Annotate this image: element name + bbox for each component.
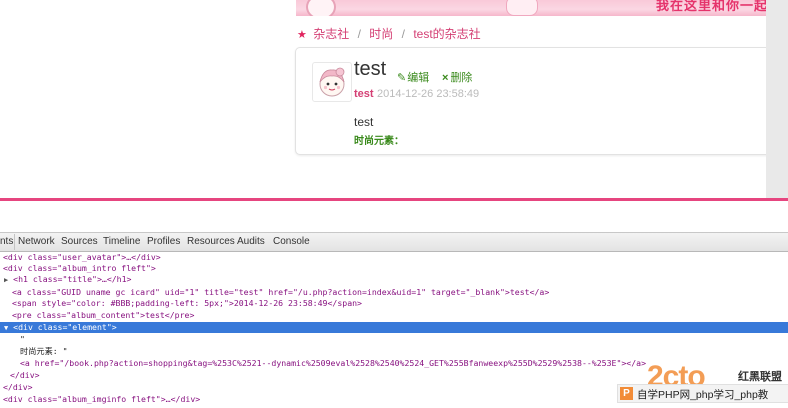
dom-node-text: </div> — [3, 382, 33, 392]
author-link[interactable]: test — [354, 88, 374, 100]
page-bottom-space — [0, 201, 788, 232]
dom-node-selected[interactable]: ▼ <div class="element"> — [0, 322, 788, 333]
tab-timeline[interactable]: Timeline — [103, 236, 140, 247]
edit-label: 编辑 — [407, 72, 430, 84]
watermark-brand: 红黑联盟 — [738, 371, 782, 383]
right-sidebar — [766, 0, 788, 198]
user-avatar[interactable] — [312, 62, 352, 102]
dom-node[interactable]: <a href="/book.php?action=shopping&tag=%… — [20, 358, 646, 369]
dom-node[interactable]: </div> — [10, 370, 40, 381]
close-icon: × — [442, 72, 449, 84]
dom-node[interactable]: <span style="color: #BBB;padding-left: 5… — [12, 298, 362, 309]
watermark: 2cto 红黑联盟 P 自学PHP网_php学习_php教 — [617, 360, 788, 408]
dom-node-text: <h1 class="title">…</h1> — [13, 274, 132, 284]
dom-node-text: <span style="color: #BBB;padding-left: 5… — [12, 298, 362, 308]
dom-node-text: <div class="album_intro fleft"> — [3, 263, 156, 273]
header-banner: 我在这里和你一起执 — [296, 0, 788, 16]
dom-node-text: </div> — [10, 370, 40, 380]
breadcrumb-separator: / — [401, 27, 405, 41]
dom-node-text: " — [20, 334, 25, 344]
breadcrumb-item-magazine[interactable]: 杂志社 — [313, 27, 349, 41]
tab-audits[interactable]: Audits — [237, 236, 265, 247]
dom-node[interactable]: </div> — [3, 382, 33, 393]
dom-node-text: <div class="user_avatar">…</div> — [3, 252, 161, 262]
star-icon: ★ — [297, 29, 307, 41]
watermark-bar: P 自学PHP网_php学习_php教 — [617, 384, 788, 403]
dom-node[interactable]: <div class="album_imginfo fleft">…</div> — [3, 394, 200, 405]
dom-node-text: 时尚元素: " — [20, 346, 68, 356]
banner-cartoon-image — [306, 0, 336, 16]
tab-network[interactable]: Network — [18, 236, 55, 247]
expand-triangle-icon[interactable]: ▶ — [4, 276, 8, 284]
tab-console[interactable]: Console — [273, 236, 310, 247]
dom-node[interactable]: <a class="GUID uname gc icard" uid="1" t… — [12, 287, 549, 298]
avatar-girl-icon — [319, 67, 345, 97]
tab-resources[interactable]: Resources — [187, 236, 235, 247]
banner-slogan: 我在这里和你一起执 — [655, 0, 782, 13]
edit-button[interactable]: ✎编辑 — [397, 69, 429, 85]
dom-node-text: <a href="/book.php?action=shopping&tag=%… — [20, 358, 647, 368]
devtools-toolbar: nts Network Sources Timeline Profiles Re… — [0, 232, 788, 252]
collapse-triangle-icon[interactable]: ▼ — [4, 324, 8, 332]
pencil-icon: ✎ — [397, 72, 407, 84]
breadcrumb-item-user-magazine[interactable]: test的杂志社 — [413, 27, 480, 41]
fashion-elements-label: 时尚元素： — [354, 136, 404, 147]
web-page: 我在这里和你一起执 ★ 杂志社 / 时尚 / test的杂志社 test ✎编辑 — [0, 0, 788, 198]
dom-node-text: <pre class="album_content">test</pre> — [12, 310, 195, 320]
post-title: test — [354, 58, 387, 80]
dom-node[interactable]: ▶ <h1 class="title">…</h1> — [4, 274, 131, 285]
dom-node-text: <div class="element"> — [13, 322, 117, 332]
banner-cake-image — [506, 0, 538, 16]
dom-text-node[interactable]: 时尚元素: " — [20, 346, 68, 357]
dom-node-text: <a class="GUID uname gc icard" uid="1" t… — [12, 287, 550, 297]
dom-text-node[interactable]: " — [20, 334, 25, 345]
tab-sources[interactable]: Sources — [61, 236, 98, 247]
dom-node-text: <div class="album_imginfo fleft">…</div> — [3, 394, 201, 404]
dom-node[interactable]: <div class="album_intro fleft"> — [3, 263, 156, 274]
tab-elements[interactable]: nts — [0, 236, 13, 247]
watermark-text: 自学PHP网_php学习_php教 — [637, 389, 769, 401]
breadcrumb-item-fashion[interactable]: 时尚 — [369, 27, 393, 41]
dom-node[interactable]: <pre class="album_content">test</pre> — [12, 310, 194, 321]
delete-button[interactable]: × 删除 — [442, 69, 472, 85]
album-card: test ✎编辑 × 删除 test 2014-12-26 23:58:49 te… — [295, 47, 788, 155]
post-date: 2014-12-26 23:58:49 — [377, 88, 480, 100]
breadcrumb: ★ 杂志社 / 时尚 / test的杂志社 — [297, 25, 481, 42]
delete-label: 删除 — [450, 72, 473, 84]
php-site-icon: P — [620, 387, 633, 400]
dom-node[interactable]: <div class="user_avatar">…</div> — [3, 252, 161, 263]
tab-profiles[interactable]: Profiles — [147, 236, 180, 247]
tab-separator — [14, 234, 15, 250]
breadcrumb-separator: / — [357, 27, 361, 41]
post-content: test — [354, 115, 374, 129]
